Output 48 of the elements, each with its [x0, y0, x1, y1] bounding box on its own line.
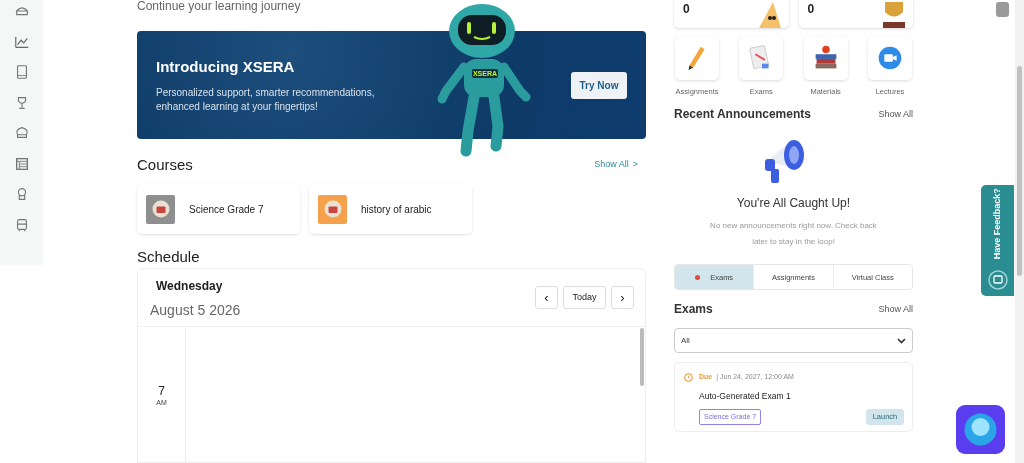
today-button[interactable]: Today	[563, 286, 606, 309]
day-label: Wednesday	[156, 277, 224, 295]
exam-name: Auto-Generated Exam 1	[699, 389, 792, 403]
table-icon[interactable]	[13, 155, 30, 172]
chevron-icon: >	[632, 158, 638, 172]
shortcut-tile[interactable]	[675, 36, 719, 80]
shortcut-tile[interactable]	[803, 36, 848, 80]
shortcut-tile[interactable]	[868, 36, 912, 80]
banner-title: Introducing XSERA	[156, 56, 296, 77]
feedback-icon	[987, 270, 1008, 290]
previous-button[interactable]: ‹	[535, 286, 558, 309]
section-title: Courses	[137, 154, 193, 175]
assistant-orb-icon[interactable]	[956, 405, 1005, 454]
show-all-link[interactable]: Show All	[878, 302, 913, 316]
hour-label: 7	[158, 385, 165, 398]
empty-state-text: No new announcements right now. Check back later to stay in the loop!	[709, 220, 878, 249]
date-label: August 5 2026	[150, 300, 241, 320]
next-button[interactable]: ›	[611, 286, 634, 309]
section-title: Schedule	[137, 248, 201, 266]
dropdown-value: All	[681, 334, 690, 347]
subtitle: Continue your learning journey	[137, 0, 302, 13]
briefcase-icon	[151, 200, 170, 218]
section-title: Exams	[674, 301, 713, 319]
course-card[interactable]: history of arabic	[309, 184, 472, 234]
stat-value: 0	[807, 1, 815, 18]
shortcut-tile[interactable]	[739, 36, 784, 80]
section-title: Recent Announcements	[674, 106, 811, 124]
filter-dropdown[interactable]: All	[674, 328, 913, 354]
scrollbar-thumb[interactable]	[1017, 66, 1022, 276]
stat-value: 0	[683, 1, 690, 18]
chef-hat-icon[interactable]	[13, 125, 30, 141]
briefcase-icon	[323, 200, 342, 218]
course-card[interactable]: Science Grade 7	[137, 184, 300, 234]
try-now-button[interactable]: Try Now	[571, 71, 627, 99]
trophy-drawing	[883, 2, 905, 28]
feedback-label: Have Feedback?	[990, 188, 1003, 260]
chevron-down-icon	[897, 337, 906, 344]
show-all-link[interactable]: Show All	[878, 107, 913, 121]
empty-state-title: You're All Caught Up!	[735, 195, 852, 213]
clock-icon	[684, 373, 693, 382]
show-all-text: Show All	[594, 158, 629, 172]
banner-text: Personalized support, smarter recommendations, enhanced learning at your fingertips!	[156, 86, 376, 115]
feedback-tab[interactable]: Have Feedback?	[981, 185, 1014, 296]
cheese-drawing	[758, 2, 781, 28]
scrollbar-thumb[interactable]	[640, 328, 644, 386]
course-name: history of arabic	[361, 202, 432, 217]
show-all-link[interactable]: Show All >	[594, 158, 638, 172]
course-name: Science Grade 7	[189, 202, 264, 217]
